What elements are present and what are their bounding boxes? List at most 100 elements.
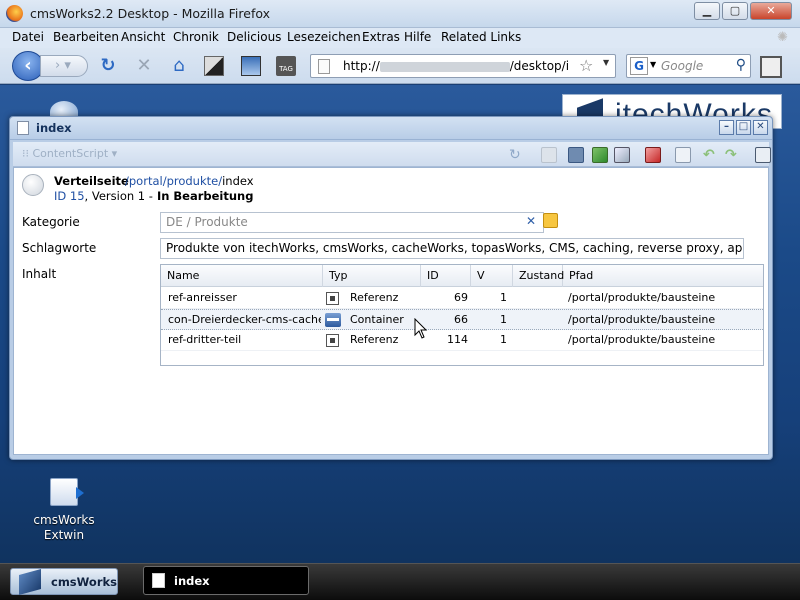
table-row-selected[interactable]: con-Dreierdecker-cms-cache-to Container … [161,309,763,330]
window-minimize-button[interactable]: – [719,120,734,135]
window-title: index [36,121,72,135]
meta-line: ID 15, Version 1 - In Bearbeitung [54,189,253,203]
content-script-label: ContentScript [32,147,109,160]
search-placeholder[interactable]: Google [661,59,703,73]
page-path-link[interactable]: /portal/produkte/ [125,174,222,188]
document-window: index – □ ✕ ⁝⁝ ContentScript ▾ ↻ ↶ ↷ Ver… [9,116,773,460]
refresh-icon[interactable]: ↻ [509,147,525,163]
start-button[interactable]: cmsWorks [10,568,118,595]
url-text[interactable]: http:// /desktop/i [343,59,575,73]
cell-pfad: /portal/produkte/bausteine [568,291,716,304]
approve-icon[interactable] [614,147,630,163]
menu-datei[interactable]: Datei [12,30,44,44]
throbber-icon: ✺ [777,30,788,45]
column-header-zustand[interactable]: Zustand [513,265,564,287]
stop-icon[interactable]: ✕ [133,56,155,78]
firefox-logo-icon [6,5,23,22]
maximize-button[interactable]: ▢ [722,2,748,20]
menu-extras[interactable]: Extras [362,30,400,44]
table-row[interactable]: ref-dritter-teil Referenz 114 1 /portal/… [161,330,763,351]
browser-navbar: ‹ › ▾ ↻ ✕ ⌂ TAG http:///desktop/i ☆ ▼ G … [0,48,800,84]
clear-icon[interactable]: ✕ [526,214,536,228]
desktop-icon-label-2: Extwin [43,528,85,542]
url-prefix: http:// [343,59,380,73]
taskbar-window-label: index [174,574,210,588]
folder-icon[interactable] [543,213,558,228]
cmsworks-logo-icon [19,569,41,595]
page-icon [318,59,330,74]
bookmark-addon-icon[interactable] [241,56,261,76]
table-row[interactable]: ref-anreisser Referenz 69 1 /portal/prod… [161,288,763,309]
tag-icon[interactable]: TAG [276,56,296,76]
star-icon[interactable]: ☆ [579,56,593,75]
search-bar[interactable]: G ▼ Google ⚲ [626,54,751,78]
window-toolbar: ⁝⁝ ContentScript ▾ ↻ ↶ ↷ [13,142,771,167]
menu-related-links[interactable]: Related Links [441,30,521,44]
table-header: Name Typ ID V Zustand Pfad [161,265,763,287]
version-label: , Version 1 - [84,189,153,203]
column-header-v[interactable]: V [471,265,513,287]
content-script-menu[interactable]: ⁝⁝ ContentScript ▾ [22,147,117,160]
forward-button[interactable]: › ▾ [40,55,88,77]
cell-id: 69 [454,291,468,304]
schlagworte-field[interactable]: Produkte von itechWorks, cmsWorks, cache… [160,238,744,259]
redo-icon[interactable]: ↷ [725,147,741,163]
browser-menubar: Datei Bearbeiten Ansicht Chronik Delicio… [0,28,800,48]
tab-overview-icon[interactable] [760,56,782,78]
schlagworte-label: Schlagworte [22,241,97,255]
document-id[interactable]: ID 15 [54,189,85,203]
save-icon[interactable] [568,147,584,163]
container-icon [325,313,341,327]
reload-icon[interactable]: ↻ [97,56,119,78]
search-icon[interactable]: ⚲ [736,57,746,73]
home-icon[interactable]: ⌂ [168,56,190,78]
menu-chronik[interactable]: Chronik [173,30,219,44]
undo-icon[interactable]: ↶ [703,147,719,163]
save-approve-icon[interactable] [592,147,608,163]
menu-hilfe[interactable]: Hilfe [404,30,431,44]
kategorie-field[interactable]: DE / Produkte [160,212,544,233]
start-label: cmsWorks [51,575,117,589]
column-header-pfad[interactable]: Pfad [563,265,763,287]
desktop-icon-extwin[interactable]: cmsWorks Extwin [30,478,98,543]
url-dropdown-icon[interactable]: ▼ [603,58,609,67]
cell-v: 1 [500,313,507,326]
url-bar[interactable]: http:// /desktop/i ☆ ▼ [310,54,616,78]
column-header-typ[interactable]: Typ [323,265,421,287]
page-path: /portal/produkte/index [125,174,254,188]
menu-delicious[interactable]: Delicious [227,30,281,44]
edit-icon[interactable] [541,147,557,163]
reference-icon [326,292,339,305]
google-icon[interactable]: G [630,57,648,75]
search-engine-dropdown-icon[interactable]: ▼ [650,60,656,69]
desktop-icon-label-1: cmsWorks [33,513,95,527]
page-type: Verteilseite [54,174,129,188]
taskbar-window-button[interactable]: index [143,566,309,595]
reject-icon[interactable] [645,147,661,163]
column-header-name[interactable]: Name [161,265,323,287]
window-maximize-button[interactable]: □ [736,120,751,135]
cell-id: 66 [454,313,468,326]
window-close-button[interactable]: ✕ [753,120,768,135]
preview-icon[interactable] [755,147,771,163]
cell-name: con-Dreierdecker-cms-cache-to [168,313,321,326]
column-header-id[interactable]: ID [421,265,471,287]
browser-titlebar: cmsWorks2.2 Desktop - Mozilla Firefox ▁ … [0,0,800,28]
menu-bearbeiten[interactable]: Bearbeiten [53,30,119,44]
status-icon [22,174,44,196]
copy-icon[interactable] [675,147,691,163]
menu-ansicht[interactable]: Ansicht [121,30,165,44]
menu-lesezeichen[interactable]: Lesezeichen [287,30,361,44]
status-label: In Bearbeitung [156,189,254,203]
cell-v: 1 [500,333,507,346]
reference-icon [326,334,339,347]
document-icon [152,573,165,588]
url-blurred-host [379,61,510,72]
inhalt-label: Inhalt [22,267,57,281]
addon-icon[interactable] [204,56,224,76]
minimize-button[interactable]: ▁ [694,2,720,20]
kategorie-label: Kategorie [22,215,80,229]
cell-type: Referenz [350,291,399,304]
window-header[interactable]: index – □ ✕ [10,117,772,140]
close-button[interactable]: ✕ [750,2,792,20]
